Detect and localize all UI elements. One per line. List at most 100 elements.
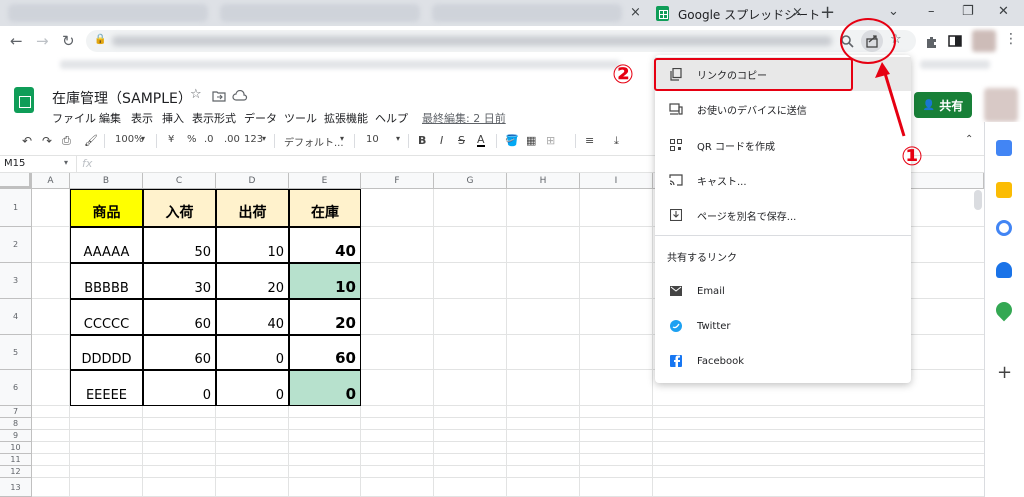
lock-icon[interactable]: 🔒 <box>94 34 106 45</box>
table-cell[interactable]: 30 <box>143 263 216 299</box>
align-left-icon[interactable]: ≡ <box>585 134 594 147</box>
row-header[interactable]: 2 <box>0 227 32 263</box>
column-header[interactable]: I <box>580 173 653 189</box>
tab-search-icon[interactable]: ⌄ <box>888 4 899 19</box>
table-cell[interactable]: 10 <box>216 227 289 263</box>
column-header[interactable]: C <box>143 173 216 189</box>
row-header[interactable]: 4 <box>0 299 32 335</box>
close-window-button[interactable]: ✕ <box>998 4 1009 19</box>
menu-share-twitter[interactable]: Twitter <box>655 309 911 343</box>
blurred-tab[interactable] <box>432 4 622 22</box>
menu-tools[interactable]: ツール <box>284 110 317 126</box>
table-cell[interactable]: 60 <box>143 335 216 370</box>
chevron-down-icon[interactable]: ▾ <box>340 134 344 143</box>
browser-menu-icon[interactable]: ⋮ <box>1004 31 1018 47</box>
calendar-icon[interactable] <box>996 140 1012 156</box>
table-cell[interactable]: 40 <box>216 299 289 335</box>
cloud-status-icon[interactable] <box>232 90 248 102</box>
vertical-align-icon[interactable]: ⤓ <box>614 134 619 148</box>
column-header[interactable]: F <box>361 173 434 189</box>
collapse-toolbar-icon[interactable]: ⌃ <box>965 134 973 145</box>
sheets-logo-icon[interactable] <box>14 87 34 113</box>
name-box[interactable]: M15 <box>4 158 25 169</box>
number-format-button[interactable]: 123 <box>244 134 263 145</box>
table-cell[interactable]: DDDDD <box>70 335 143 370</box>
undo-icon[interactable]: ↶ <box>22 134 32 148</box>
select-all-corner[interactable] <box>0 173 32 189</box>
table-header-cell[interactable]: 在庫 <box>289 189 361 227</box>
blurred-tab[interactable] <box>8 4 208 22</box>
strikethrough-button[interactable]: S <box>458 134 465 147</box>
reload-button[interactable]: ↻ <box>62 32 75 50</box>
menu-insert[interactable]: 挿入 <box>162 110 184 126</box>
zoom-select[interactable]: 100% <box>115 134 144 145</box>
fill-color-icon[interactable]: 🪣 <box>505 134 519 147</box>
redo-icon[interactable]: ↷ <box>42 134 52 148</box>
row-header[interactable]: 3 <box>0 263 32 299</box>
table-cell[interactable]: 60 <box>143 299 216 335</box>
menu-file[interactable]: ファイル <box>52 110 96 126</box>
row-header[interactable]: 7 <box>0 406 32 418</box>
table-cell[interactable]: 10 <box>289 263 361 299</box>
row-header[interactable]: 9 <box>0 430 32 442</box>
row-header[interactable]: 11 <box>0 454 32 466</box>
column-header[interactable]: E <box>289 173 361 189</box>
table-cell[interactable]: CCCCC <box>70 299 143 335</box>
forward-button[interactable]: → <box>36 32 49 50</box>
table-cell[interactable]: AAAAA <box>70 227 143 263</box>
minimize-button[interactable]: – <box>928 4 935 19</box>
add-addon-button[interactable]: + <box>997 362 1012 383</box>
menu-extensions[interactable]: 拡張機能 <box>324 110 368 126</box>
table-header-cell[interactable]: 出荷 <box>216 189 289 227</box>
document-title[interactable]: 在庫管理（SAMPLE） <box>52 88 192 108</box>
table-header-cell[interactable]: 商品 <box>70 189 143 227</box>
column-header[interactable]: B <box>70 173 143 189</box>
increase-decimal-button[interactable]: .00 <box>224 134 240 145</box>
vertical-scrollbar[interactable] <box>974 190 982 210</box>
table-cell[interactable]: 20 <box>289 299 361 335</box>
table-cell[interactable]: 0 <box>216 335 289 370</box>
row-header[interactable]: 10 <box>0 442 32 454</box>
table-cell[interactable]: BBBBB <box>70 263 143 299</box>
borders-icon[interactable]: ▦ <box>526 134 536 147</box>
merge-cells-icon[interactable]: ⊞ <box>546 134 555 147</box>
table-cell[interactable]: EEEEE <box>70 370 143 406</box>
chevron-down-icon[interactable]: ▾ <box>396 134 400 143</box>
menu-save-page-as[interactable]: ページを別名で保存... <box>655 198 911 232</box>
chevron-down-icon[interactable]: ▾ <box>141 134 145 143</box>
contacts-icon[interactable] <box>996 262 1012 278</box>
row-header[interactable]: 8 <box>0 418 32 430</box>
new-tab-button[interactable]: + <box>820 2 835 23</box>
menu-format[interactable]: 表示形式 <box>192 110 236 126</box>
table-cell[interactable]: 50 <box>143 227 216 263</box>
row-header[interactable]: 12 <box>0 466 32 478</box>
chevron-down-icon[interactable]: ▾ <box>262 134 266 143</box>
row-header[interactable]: 1 <box>0 189 32 227</box>
column-header[interactable]: A <box>32 173 70 189</box>
account-avatar[interactable] <box>984 88 1018 122</box>
table-cell[interactable]: 0 <box>216 370 289 406</box>
blurred-tab[interactable] <box>220 4 420 22</box>
table-header-cell[interactable]: 入荷 <box>143 189 216 227</box>
menu-data[interactable]: データ <box>244 110 277 126</box>
column-header[interactable]: G <box>434 173 507 189</box>
font-select[interactable]: デフォルト... <box>284 134 344 149</box>
menu-cast[interactable]: キャスト... <box>655 163 911 197</box>
table-cell[interactable]: 60 <box>289 335 361 370</box>
table-cell[interactable]: 0 <box>143 370 216 406</box>
tab-close-icon[interactable]: × <box>630 5 641 20</box>
paint-format-icon[interactable]: 🖌 <box>84 134 98 147</box>
keep-icon[interactable] <box>996 182 1012 198</box>
row-header[interactable]: 6 <box>0 370 32 406</box>
menu-share-email[interactable]: Email <box>655 274 911 308</box>
last-edit-link[interactable]: 最終編集: 2 日前 <box>422 110 506 126</box>
italic-button[interactable]: I <box>440 134 443 147</box>
extensions-icon[interactable] <box>924 34 938 48</box>
text-color-button[interactable]: A <box>477 134 485 147</box>
print-icon[interactable]: ⎙ <box>62 134 71 148</box>
menu-help[interactable]: ヘルプ <box>375 110 408 126</box>
move-folder-icon[interactable] <box>212 90 226 102</box>
table-cell[interactable]: 20 <box>216 263 289 299</box>
font-size-select[interactable]: 10 <box>366 134 379 145</box>
side-panel-icon[interactable] <box>948 34 962 48</box>
